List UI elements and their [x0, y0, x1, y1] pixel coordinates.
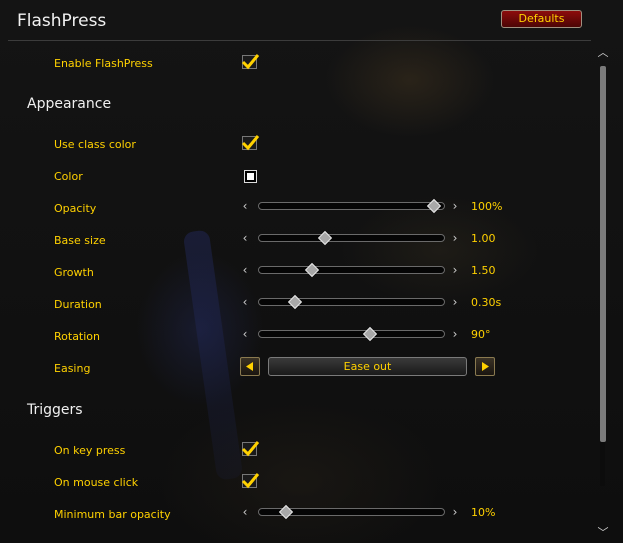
triangle-left-icon [246, 362, 253, 371]
scrollbar-thumb[interactable] [600, 66, 606, 442]
enable-flashpress-checkbox[interactable] [240, 52, 260, 72]
opacity-label: Opacity [54, 202, 97, 215]
growth-decrease-icon[interactable]: ‹ [240, 263, 250, 277]
rotation-slider[interactable] [258, 330, 445, 338]
opacity-value: 100% [471, 200, 503, 213]
on-key-press-checkbox[interactable] [240, 439, 260, 459]
use-class-color-label: Use class color [54, 138, 136, 151]
duration-decrease-icon[interactable]: ‹ [240, 295, 250, 309]
triangle-right-icon [482, 362, 489, 371]
scroll-down-icon[interactable]: ﹀ [597, 524, 609, 540]
easing-dropdown[interactable]: Ease out [268, 357, 467, 376]
opacity-slider[interactable] [258, 202, 445, 210]
base-size-slider[interactable] [258, 234, 445, 242]
base-size-decrease-icon[interactable]: ‹ [240, 231, 250, 245]
triggers-header: Triggers [27, 402, 83, 418]
growth-slider[interactable] [258, 266, 445, 274]
min-bar-opacity-value: 10% [471, 506, 496, 519]
rotation-label: Rotation [54, 330, 101, 343]
use-class-color-checkbox[interactable] [240, 133, 260, 153]
duration-label: Duration [54, 298, 102, 311]
easing-next-button[interactable] [475, 357, 495, 376]
duration-slider[interactable] [258, 298, 445, 306]
checkmark-icon [241, 441, 260, 457]
color-swatch-fill [247, 173, 254, 180]
on-mouse-click-label: On mouse click [54, 476, 139, 489]
rotation-increase-icon[interactable]: › [450, 327, 460, 341]
growth-increase-icon[interactable]: › [450, 263, 460, 277]
opacity-increase-icon[interactable]: › [450, 199, 460, 213]
enable-flashpress-label: Enable FlashPress [54, 57, 153, 70]
title-divider [8, 40, 591, 41]
scrollbar[interactable]: ︿ ﹀ [597, 44, 609, 540]
appearance-header: Appearance [27, 96, 112, 112]
window-title: FlashPress [17, 11, 107, 31]
easing-prev-button[interactable] [240, 357, 260, 376]
opacity-decrease-icon[interactable]: ‹ [240, 199, 250, 213]
defaults-button[interactable]: Defaults [501, 10, 582, 28]
on-key-press-label: On key press [54, 444, 126, 457]
base-size-value: 1.00 [471, 232, 496, 245]
duration-increase-icon[interactable]: › [450, 295, 460, 309]
on-mouse-click-checkbox[interactable] [240, 471, 260, 491]
duration-value: 0.30s [471, 296, 502, 309]
growth-value: 1.50 [471, 264, 496, 277]
min-bar-opacity-decrease-icon[interactable]: ‹ [240, 505, 250, 519]
checkmark-icon [241, 135, 260, 151]
min-bar-opacity-increase-icon[interactable]: › [450, 505, 460, 519]
scroll-up-icon[interactable]: ︿ [597, 44, 609, 60]
base-size-label: Base size [54, 234, 106, 247]
easing-label: Easing [54, 362, 91, 375]
base-size-increase-icon[interactable]: › [450, 231, 460, 245]
growth-label: Growth [54, 266, 94, 279]
checkmark-icon [241, 54, 260, 70]
color-label: Color [54, 170, 83, 183]
color-swatch[interactable] [244, 170, 257, 183]
rotation-value: 90° [471, 328, 491, 341]
rotation-decrease-icon[interactable]: ‹ [240, 327, 250, 341]
checkmark-icon [241, 473, 260, 489]
min-bar-opacity-label: Minimum bar opacity [54, 508, 171, 521]
